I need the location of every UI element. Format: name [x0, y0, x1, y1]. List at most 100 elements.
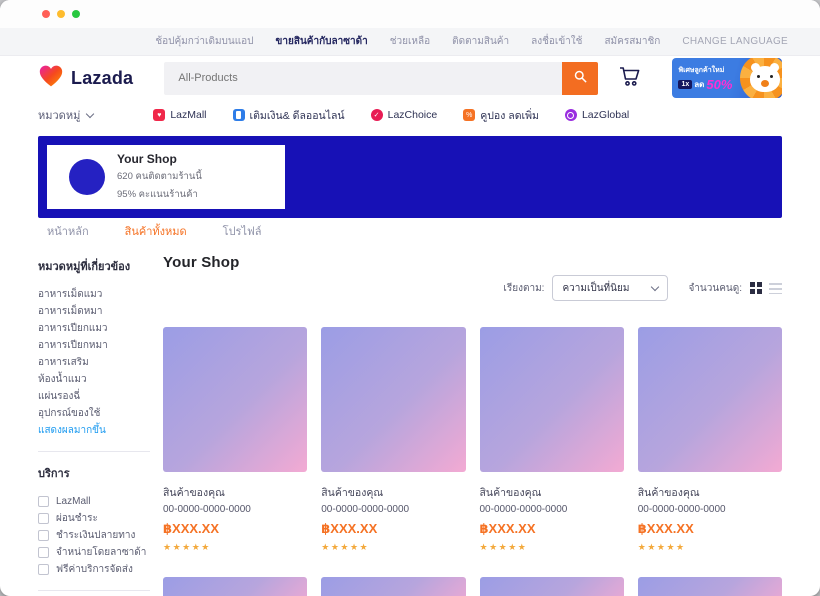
topbar-link-login[interactable]: ลงชื่อเข้าใช้ — [531, 34, 582, 49]
sidebar-category-link[interactable]: อาหารเปียกหมา — [38, 337, 150, 354]
sidebar-category-link[interactable]: อาหารเสริม — [38, 354, 150, 371]
nav-link-topup-deals[interactable]: เติมเงิน& ดีลออนไลน์ — [233, 107, 345, 124]
checkbox[interactable] — [38, 564, 49, 575]
filter-label: ชำระเงินปลายทาง — [56, 528, 135, 543]
topbar-link-change-language[interactable]: CHANGE LANGUAGE — [682, 36, 788, 47]
categories-label: หมวดหมู่ — [38, 106, 80, 124]
search-icon — [573, 69, 588, 87]
main-header: Lazada — [0, 56, 820, 100]
checkbox[interactable] — [38, 547, 49, 558]
tab-all-products[interactable]: สินค้าทั้งหมด — [125, 222, 187, 240]
filter-label: ผ่อนชำระ — [56, 511, 98, 526]
categories-dropdown[interactable]: หมวดหมู่ — [38, 106, 93, 124]
topbar-link-app-promo[interactable]: ช้อปคุ้มกว่าเดิมบนแอป — [155, 34, 253, 49]
product-image[interactable] — [321, 577, 465, 596]
window-zoom-button[interactable] — [72, 10, 80, 18]
product-image[interactable] — [163, 577, 307, 596]
product-image[interactable] — [163, 327, 307, 472]
coupon-icon: % — [463, 109, 475, 121]
sidebar-category-link[interactable]: ห้องน้ำแมว — [38, 371, 150, 388]
products-section: Your Shop เรียงตาม: ความเป็นที่นิยม จำนว… — [163, 254, 782, 596]
related-categories-heading: หมวดหมู่ที่เกี่ยวข้อง — [38, 257, 150, 275]
sort-toolbar: เรียงตาม: ความเป็นที่นิยม จำนวนคนดู: — [163, 275, 782, 301]
nav-link-lazglobal[interactable]: LazGlobal — [565, 109, 629, 121]
shop-info-card: Your Shop 620 คนติดตามร้านนี้ 95% คะแนนร… — [47, 145, 285, 209]
tab-home[interactable]: หน้าหลัก — [47, 222, 89, 240]
product-card[interactable]: สินค้าของคุณ 00-0000-0000-0000 ฿XXX.XX ★… — [480, 327, 624, 553]
cart-button[interactable] — [617, 64, 642, 93]
window-close-button[interactable] — [42, 10, 50, 18]
sunburst-graphic — [740, 58, 782, 98]
topbar-link-help[interactable]: ช่วยเหลือ — [390, 34, 430, 49]
topbar-link-track-order[interactable]: ติดตามสินค้า — [452, 34, 509, 49]
window-titlebar — [0, 0, 820, 28]
product-image[interactable] — [480, 327, 624, 472]
promo-banner[interactable]: พิเศษลูกค้าใหม่ 1x ลด 50% — [672, 58, 782, 98]
nav-link-coupons[interactable]: % คูปอง ลดเพิ่ม — [463, 107, 539, 124]
service-filter-option[interactable]: ผ่อนชำระ — [38, 510, 150, 527]
topbar-link-sell-with-lazada[interactable]: ขายสินค้ากับลาซาด้า — [276, 34, 368, 49]
tab-profile[interactable]: โปรไฟล์ — [223, 222, 262, 240]
page-title: Your Shop — [163, 254, 782, 271]
product-rating-stars: ★★★★★ — [480, 542, 624, 553]
show-more-link[interactable]: แสดงผลมากขึ้น — [38, 422, 106, 439]
product-rating-stars: ★★★★★ — [321, 542, 465, 553]
chevron-down-icon — [86, 109, 94, 117]
grid-view-button[interactable] — [750, 282, 762, 294]
sidebar-category-link[interactable]: อุปกรณ์ของใช้ — [38, 405, 150, 422]
service-filter-option[interactable]: ชำระเงินปลายทาง — [38, 527, 150, 544]
nav-link-lazmall[interactable]: ♥ LazMall — [153, 109, 206, 121]
shop-followers: 620 คนติดตามร้านนี้ — [117, 169, 202, 184]
product-card[interactable]: สินค้าของคุณ 00-0000-0000-0000 ฿XXX.XX ★… — [163, 327, 307, 553]
lazada-logo[interactable]: Lazada — [38, 64, 164, 93]
product-image[interactable] — [638, 327, 782, 472]
shop-rating: 95% คะแนนร้านค้า — [117, 187, 202, 202]
service-filter-option[interactable]: จำหน่ายโดยลาซาด้า — [38, 544, 150, 561]
lazglobal-globe-icon — [565, 109, 577, 121]
product-rating-stars: ★★★★★ — [163, 542, 307, 553]
sidebar-category-link[interactable]: อาหารเม็ดหมา — [38, 303, 150, 320]
promo-discount-word: ลด — [694, 78, 704, 91]
product-image[interactable] — [321, 327, 465, 472]
search-button[interactable] — [562, 62, 598, 95]
product-sku: 00-0000-0000-0000 — [480, 504, 624, 515]
lazmall-icon: ♥ — [153, 109, 165, 121]
checkbox[interactable] — [38, 513, 49, 524]
sidebar-category-link[interactable]: อาหารเปียกแมว — [38, 320, 150, 337]
product-price: ฿XXX.XX — [321, 521, 465, 537]
checkbox[interactable] — [38, 530, 49, 541]
nav-link-label: เติมเงิน& ดีลออนไลน์ — [250, 107, 345, 124]
top-links-bar: ช้อปคุ้มกว่าเดิมบนแอป ขายสินค้ากับลาซาด้… — [0, 28, 820, 56]
checkbox[interactable] — [38, 496, 49, 507]
nav-link-label: คูปอง ลดเพิ่ม — [480, 107, 539, 124]
service-filter-option[interactable]: ฟรีค่าบริการจัดส่ง — [38, 561, 150, 578]
topbar-link-signup[interactable]: สมัครสมาชิก — [604, 34, 660, 49]
window-minimize-button[interactable] — [57, 10, 65, 18]
list-view-button[interactable] — [769, 283, 782, 294]
bear-mascot-icon — [750, 66, 780, 92]
product-price: ฿XXX.XX — [163, 521, 307, 537]
product-card[interactable]: สินค้าของคุณ 00-0000-0000-0000 ฿XXX.XX ★… — [321, 327, 465, 553]
product-price: ฿XXX.XX — [480, 521, 624, 537]
sidebar-category-link[interactable]: แผ่นรองฉี่ — [38, 388, 150, 405]
nav-link-label: LazGlobal — [582, 109, 629, 121]
chevron-down-icon — [651, 282, 659, 290]
product-price: ฿XXX.XX — [638, 521, 782, 537]
product-card[interactable]: สินค้าของคุณ 00-0000-0000-0000 ฿XXX.XX ★… — [638, 327, 782, 553]
promo-badge: 1x — [678, 80, 692, 89]
product-sku: 00-0000-0000-0000 — [638, 504, 782, 515]
nav-link-lazchoice[interactable]: ✓ LazChoice — [371, 109, 438, 121]
search-bar — [164, 62, 598, 95]
filter-label: LazMall — [56, 496, 90, 507]
product-image[interactable] — [480, 577, 624, 596]
shop-name: Your Shop — [117, 152, 202, 166]
sidebar-category-link[interactable]: อาหารเม็ดแมว — [38, 286, 150, 303]
lazada-heart-icon — [38, 64, 64, 93]
sort-dropdown[interactable]: ความเป็นที่นิยม — [552, 275, 668, 301]
product-sku: 00-0000-0000-0000 — [163, 504, 307, 515]
service-filter-option[interactable]: LazMall — [38, 493, 150, 510]
search-input[interactable] — [164, 62, 562, 95]
filter-label: จำหน่ายโดยลาซาด้า — [56, 545, 146, 560]
cart-icon — [617, 64, 642, 93]
product-image[interactable] — [638, 577, 782, 596]
